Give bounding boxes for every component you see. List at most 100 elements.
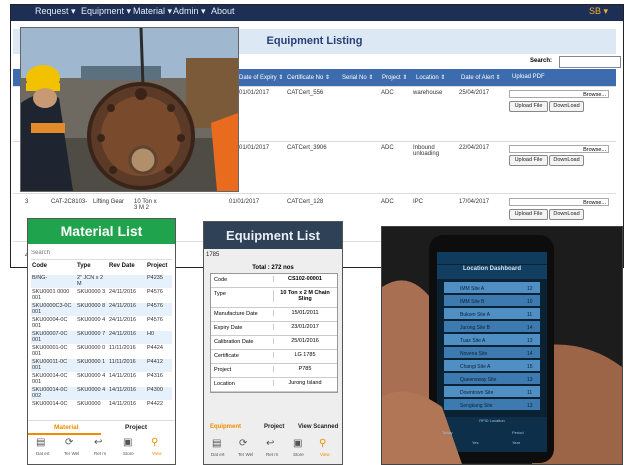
material-row[interactable]: SKU00014-0C SKU0000 14/11/2016 P4422 [31, 401, 172, 414]
dashboard-row[interactable] [444, 308, 540, 319]
nav-about[interactable]: About [211, 6, 235, 16]
material-cell: 24/11/2016 [109, 303, 137, 309]
top-navbar: Request ▾ Equipment ▾ Material ▾ Admin ▾… [11, 5, 623, 21]
col-date-of-expiry[interactable]: Date of Expiry ⇕ [239, 74, 283, 81]
upload-file-button[interactable]: Upload File [509, 101, 548, 112]
detail-value: Jurong Island [273, 380, 336, 386]
equipment-list-title: Equipment List [204, 222, 342, 249]
download-button[interactable]: DownLoad [549, 209, 584, 220]
material-row[interactable]: SKU00011-0C 001 SKU0000 1 11/11/2016 P4412 [31, 359, 172, 372]
dashboard-nav-yes[interactable]: Yes [472, 440, 479, 445]
material-cell: P4576 [147, 317, 163, 323]
detail-value: LG 1785 [273, 352, 336, 358]
tab-project[interactable]: Project [264, 424, 284, 430]
detail-label: Code [214, 277, 228, 283]
dashboard-site-count: 12 [527, 286, 533, 292]
material-cell: 14/11/2016 [109, 373, 137, 379]
user-menu[interactable]: SB ▾ [589, 6, 608, 17]
row-divider [13, 193, 616, 194]
material-cell: SKU0000 4 [77, 387, 106, 393]
return-icon[interactable]: ↩ [266, 438, 274, 449]
tab-view-scanned[interactable]: View Scanned [298, 424, 338, 430]
location-dashboard-photo: IMM Site A 12 IMM Site B 10 Bukom Site A 11 Ju… [381, 226, 623, 465]
search-icon[interactable]: ⚲ [319, 438, 326, 449]
material-row[interactable]: SKU00001-0C 001 SKU0000 0 11/11/2016 P4424 [31, 345, 172, 358]
refresh-icon[interactable]: ⟳ [65, 437, 73, 448]
col-project[interactable]: Project ⇕ [382, 74, 407, 81]
calendar-icon[interactable]: ▤ [36, 437, 45, 448]
dashboard-site-label: Jurong Site B [460, 325, 491, 331]
dashboard-row[interactable] [444, 282, 540, 293]
cell-cert: CATCert_556 [287, 90, 324, 96]
col-serial-no[interactable]: Serial No ⇕ [342, 74, 373, 81]
refresh-icon[interactable]: ⟳ [239, 438, 247, 449]
dashboard-site-count: 13 [527, 338, 533, 344]
calendar-icon[interactable]: ▤ [212, 438, 221, 449]
dashboard-site-count: 13 [527, 377, 533, 383]
equipment-bottom-toolbar: ▤ Dat ert ⟳ Ter Wel ↩ Ret rn ▣ Store ⚲ V… [204, 436, 342, 464]
dashboard-row[interactable] [444, 295, 540, 306]
col-location[interactable]: Location ⇕ [416, 74, 445, 81]
dashboard-row[interactable] [444, 347, 540, 358]
tab-material[interactable]: Material [54, 424, 79, 431]
browse-file-input[interactable]: Browse... [509, 90, 609, 98]
upload-file-button[interactable]: Upload File [509, 155, 548, 166]
dashboard-nav-today[interactable]: Today [442, 430, 453, 435]
material-cell: P4424 [147, 345, 163, 351]
detail-row: Expiry Date 23/01/2017 [211, 322, 337, 336]
material-cell: 14/11/2016 [109, 387, 137, 393]
dashboard-row[interactable] [444, 321, 540, 332]
dashboard-site-count: 10 [527, 299, 533, 305]
return-icon[interactable]: ↩ [94, 437, 102, 448]
dashboard-site-label: Downtown Site [460, 390, 494, 396]
material-cell: SKU0000 [77, 401, 101, 407]
download-button[interactable]: DownLoad [549, 155, 584, 166]
material-cell: SKU0001 0000 001 [32, 289, 70, 301]
save-icon[interactable]: ▣ [293, 438, 302, 449]
upload-file-button[interactable]: Upload File [509, 209, 548, 220]
material-cell: H0 [147, 331, 155, 337]
col-certificate-no[interactable]: Certificate No ⇕ [287, 74, 330, 81]
material-row[interactable]: SKU00007-0C 001 SKU0000 7 24/11/2016 H0 [31, 331, 172, 344]
dashboard-row[interactable] [444, 360, 540, 371]
search-icon[interactable]: ⚲ [151, 437, 158, 448]
nav-request[interactable]: Request ▾ [35, 6, 76, 17]
search-input[interactable] [559, 56, 621, 68]
material-row[interactable]: SKU0001 0000 001 SKU0000 3 24/11/2016 P4576 [31, 289, 172, 302]
material-row[interactable]: SKU00004-0C 001 SKU0000 4 24/11/2016 P4576 [31, 317, 172, 330]
col-date-of-alert[interactable]: Date of Alert ⇕ [461, 74, 501, 81]
material-search-input[interactable] [31, 247, 172, 260]
download-button[interactable]: DownLoad [549, 101, 584, 112]
nav-admin[interactable]: Admin ▾ [173, 6, 206, 17]
material-cell: SKU00004-0C 001 [32, 317, 68, 329]
nav-equipment[interactable]: Equipment ▾ [81, 6, 131, 17]
browse-file-input[interactable]: Browse... [509, 145, 609, 153]
material-cell: SKU00014-0C 001 [32, 373, 68, 385]
cell-expiry: 01/01/2017 [229, 199, 260, 205]
dashboard-row[interactable] [444, 334, 540, 345]
dashboard-site-count: 11 [527, 390, 532, 396]
material-cell: SKU00007-0C 001 [32, 331, 68, 343]
material-row[interactable]: SKU00014-0C 001 SKU0000 4 14/11/2016 P4316 [31, 373, 172, 386]
material-row[interactable]: B/NG- 2" JCN x 2 M P4235 [31, 275, 172, 288]
save-icon[interactable]: ▣ [123, 437, 132, 448]
dashboard-site-label: Changi Site A [460, 364, 491, 370]
tab-project[interactable]: Project [125, 424, 147, 431]
material-row[interactable]: SKU00014-0C 002 SKU0000 4 14/11/2016 P4300 [31, 387, 172, 400]
toolbar-label: Ter Wel [238, 452, 254, 457]
tab-equipment[interactable]: Equipment [210, 424, 241, 430]
browse-file-input[interactable]: Browse... [509, 198, 609, 206]
search-label: Search: [530, 58, 553, 64]
dashboard-nav-period[interactable]: Period [512, 430, 524, 435]
dashboard-nav-year[interactable]: Year [512, 440, 520, 445]
material-cell: SKU0000 1 [77, 359, 106, 365]
cell-location: IPC [413, 199, 424, 205]
cell-expiry: 01/01/2017 [239, 145, 270, 151]
total-count: Total : 272 nos [252, 265, 294, 271]
nav-material[interactable]: Material ▾ [133, 6, 172, 17]
material-cell: P4576 [147, 289, 163, 295]
toolbar-label: Store [123, 451, 134, 456]
equipment-search-value[interactable]: 1785 [206, 252, 338, 262]
detail-row: Code CS102-00001 [211, 274, 337, 288]
material-row[interactable]: SKU0000C3-0C 001 SKU0000 8 24/11/2016 P4576 [31, 303, 172, 316]
